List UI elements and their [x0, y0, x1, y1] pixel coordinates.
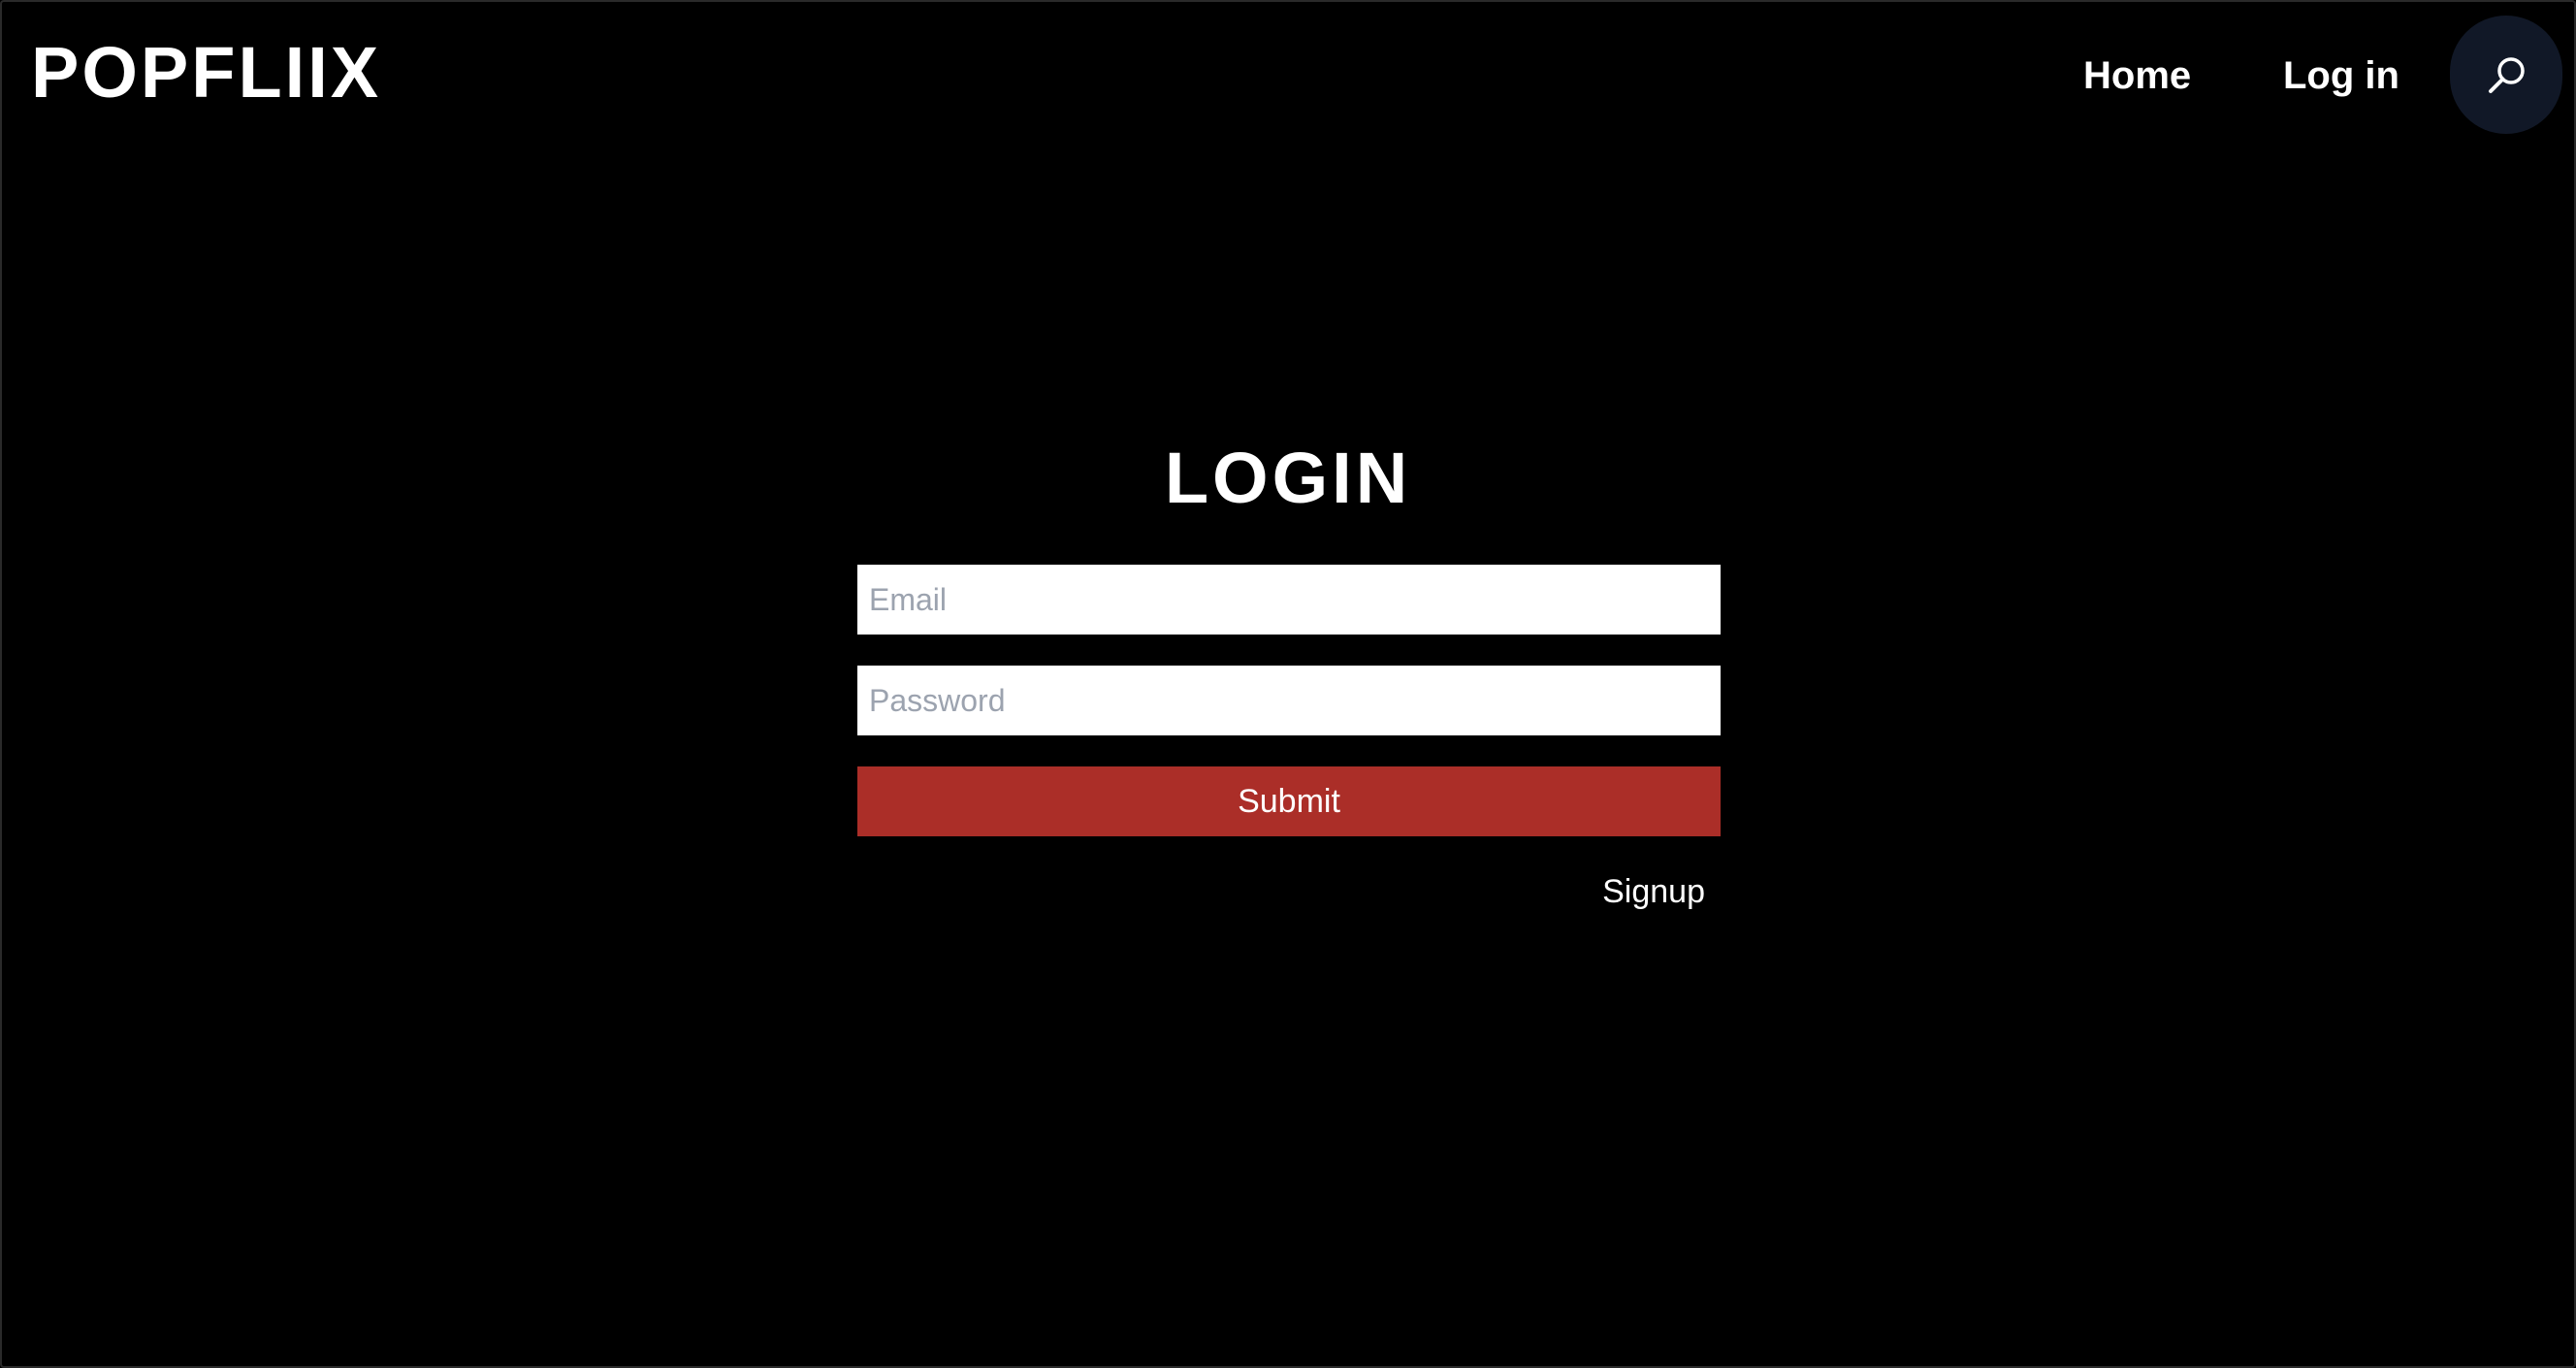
- password-field[interactable]: [857, 666, 1721, 735]
- login-heading: LOGIN: [1164, 438, 1412, 518]
- top-nav: POPFLIIX Home Log in: [0, 0, 2576, 151]
- nav-home-link[interactable]: Home: [2083, 49, 2191, 103]
- nav-login-link[interactable]: Log in: [2283, 49, 2399, 103]
- search-button[interactable]: [2450, 16, 2562, 134]
- submit-button[interactable]: Submit: [857, 766, 1721, 836]
- search-icon: [2489, 57, 2525, 93]
- signup-link[interactable]: Signup: [1552, 869, 1705, 914]
- brand-logo[interactable]: POPFLIIX: [31, 29, 381, 116]
- email-field[interactable]: [857, 565, 1721, 635]
